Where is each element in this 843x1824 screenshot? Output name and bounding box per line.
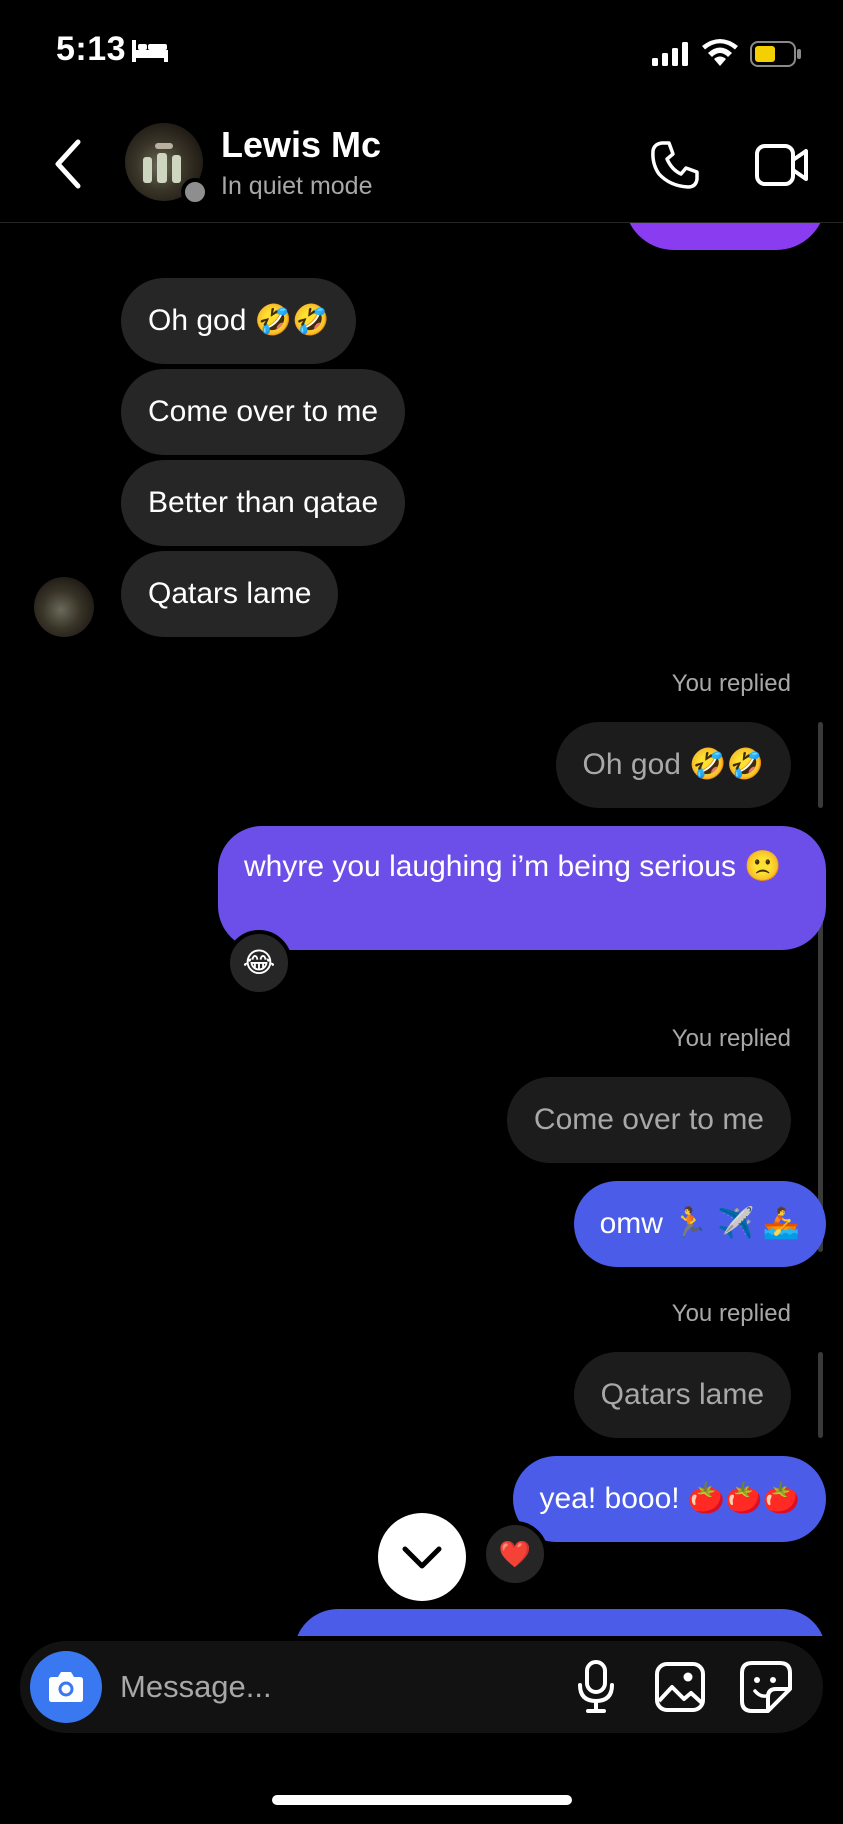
message-bubble-outgoing[interactable]: yea! booo! 🍅🍅🍅 [513, 1456, 826, 1542]
message-bubble-outgoing[interactable]: whyre you laughing i’m being serious 🙁 [218, 826, 826, 950]
contact-name[interactable]: Lewis Mc [221, 124, 381, 166]
quiet-mode-indicator [181, 178, 209, 206]
video-camera-icon[interactable] [754, 140, 810, 190]
reply-label: You replied [671, 1300, 791, 1327]
reply-label: You replied [671, 1025, 791, 1052]
message-reaction[interactable]: ❤️ [482, 1521, 548, 1587]
header-divider [0, 222, 843, 223]
phone-icon[interactable] [648, 138, 702, 192]
gallery-icon[interactable] [654, 1661, 706, 1713]
chevron-down-icon [402, 1546, 442, 1569]
battery-icon [750, 41, 801, 67]
home-indicator [272, 1795, 572, 1805]
message-reaction[interactable]: 😂 [226, 930, 292, 996]
reply-quote-rail [818, 1077, 823, 1163]
sticker-icon[interactable] [738, 1659, 794, 1715]
message-input[interactable] [120, 1663, 560, 1711]
message-bubble-incoming[interactable]: Better than qatae [121, 460, 406, 546]
reply-quote-rail [818, 722, 823, 808]
quoted-message[interactable]: Qatars lame [573, 1352, 791, 1438]
signal-icon [652, 42, 688, 66]
status-time: 5:13 [56, 30, 127, 68]
back-icon[interactable] [50, 138, 86, 190]
quoted-message[interactable]: Come over to me [506, 1077, 791, 1163]
camera-button[interactable] [30, 1651, 102, 1723]
scroll-to-bottom-button[interactable] [378, 1513, 466, 1601]
wifi-icon [702, 39, 738, 66]
header-background [0, 0, 843, 222]
reply-label: You replied [671, 670, 791, 697]
message-bubble-incoming[interactable]: Oh god 🤣🤣 [121, 278, 357, 364]
sender-avatar[interactable] [34, 577, 94, 637]
message-bubble-outgoing[interactable]: omw 🏃 ✈️ 🚣 [573, 1181, 826, 1267]
contact-status: In quiet mode [221, 172, 373, 200]
reply-quote-rail [818, 1352, 823, 1438]
message-bubble-incoming[interactable]: Come over to me [121, 369, 406, 455]
quoted-message[interactable]: Oh god 🤣🤣 [555, 722, 791, 808]
bed-icon [132, 40, 168, 62]
microphone-icon[interactable] [576, 1659, 616, 1715]
message-bubble-incoming[interactable]: Qatars lame [121, 551, 339, 637]
camera-icon [49, 1672, 83, 1702]
